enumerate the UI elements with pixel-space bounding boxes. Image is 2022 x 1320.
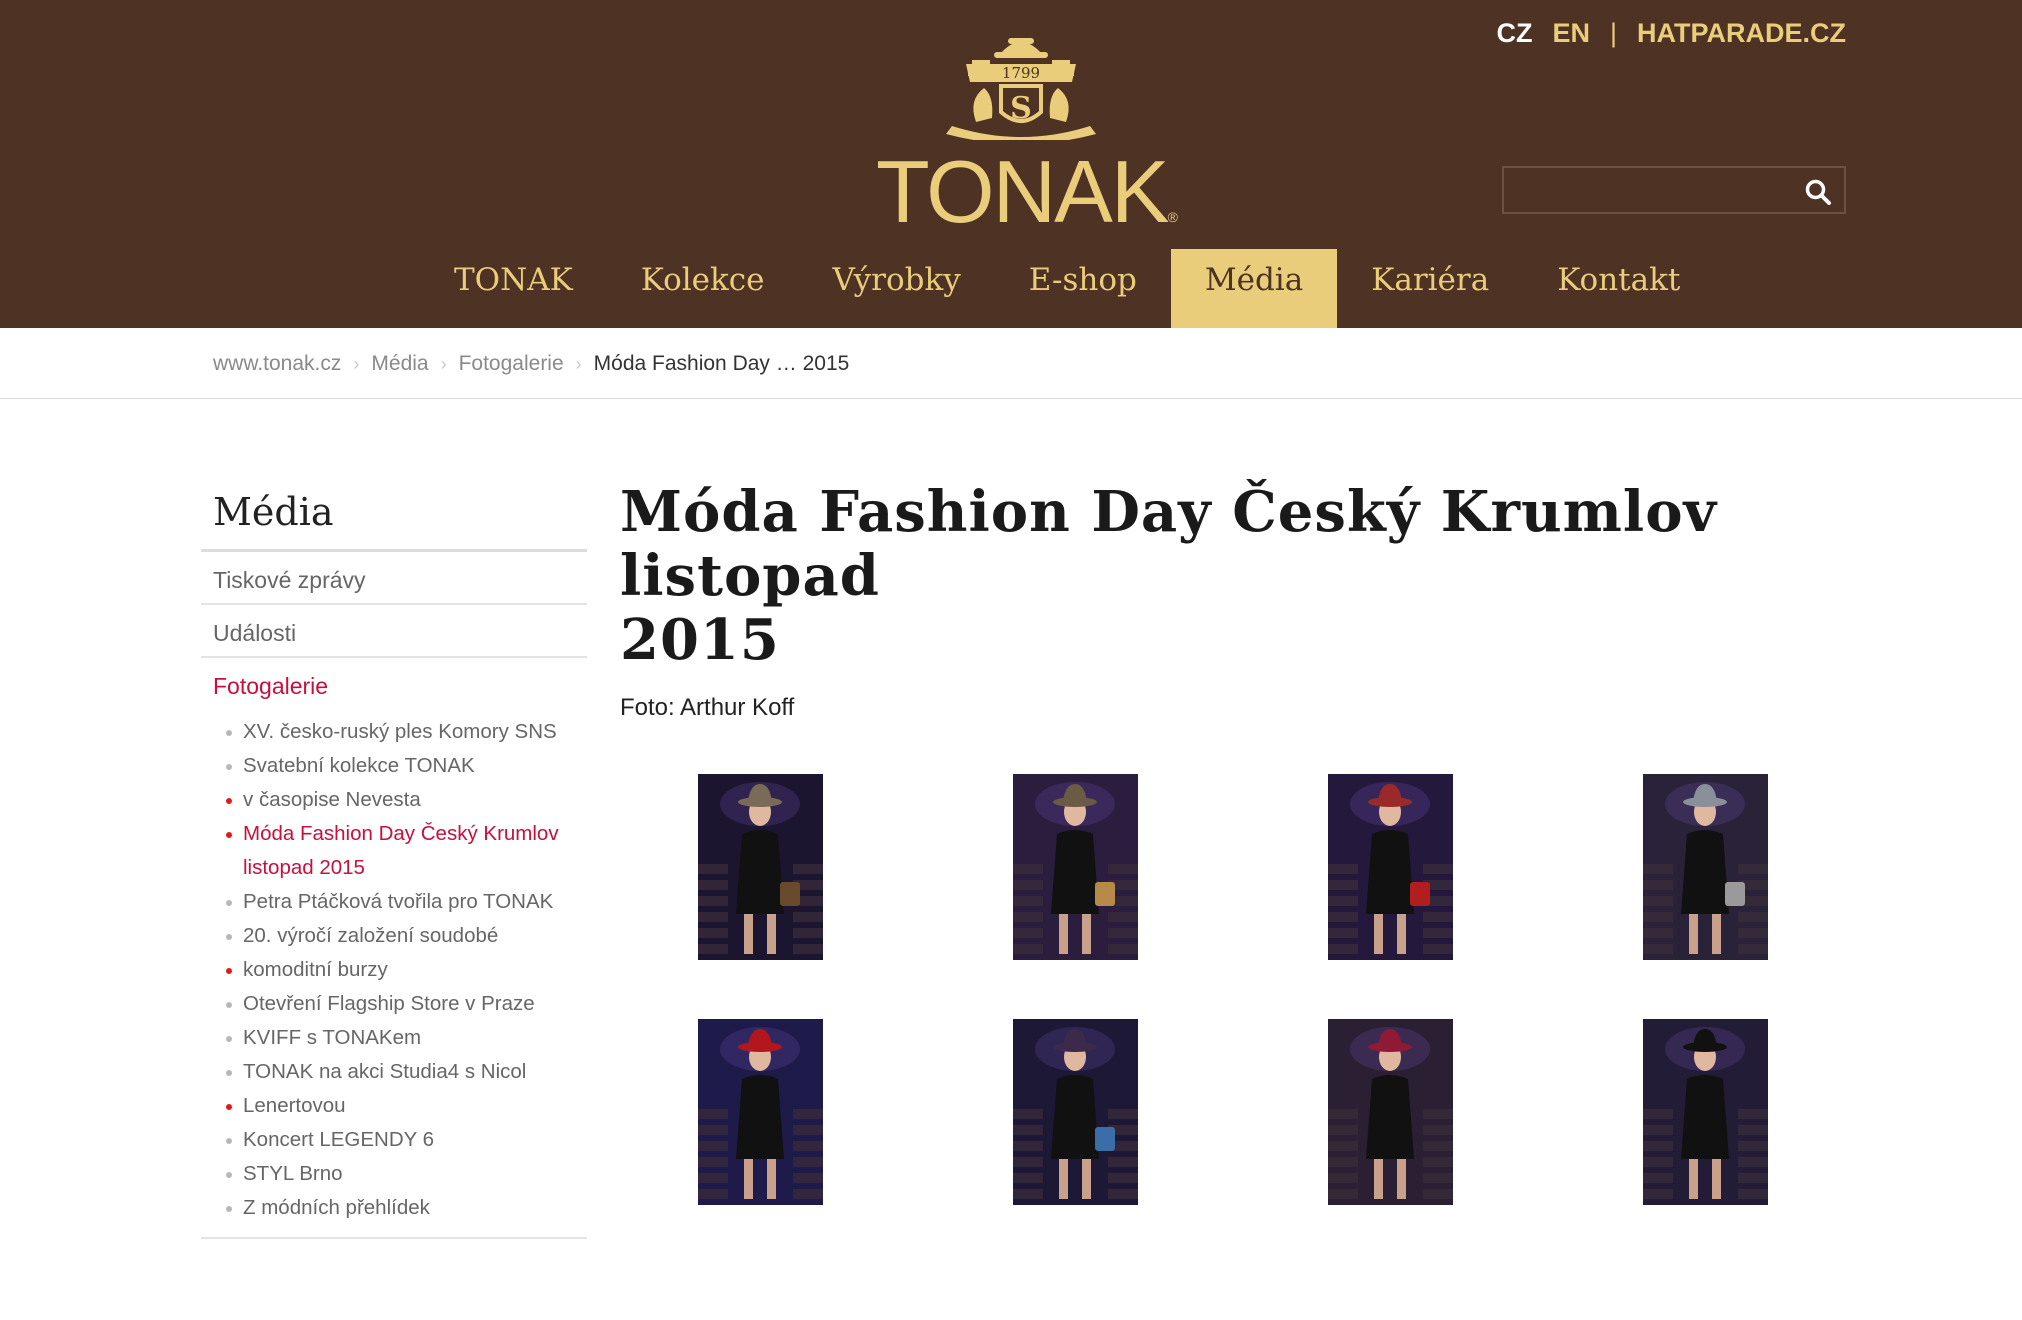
breadcrumb-chevron-icon: › (575, 353, 582, 374)
nav-vyrobky[interactable]: Výrobky (799, 249, 995, 328)
sublist-item[interactable]: KVIFF s TONAKem (226, 1021, 587, 1055)
sublist-item[interactable]: Z módních přehlídek (226, 1191, 587, 1225)
runway-photo (1643, 774, 1768, 960)
gallery-thumbnail[interactable] (1643, 774, 1768, 960)
sublist-item[interactable]: Koncert LEGENDY 6 (226, 1123, 587, 1157)
runway-photo (698, 1019, 823, 1205)
runway-photo (1013, 774, 1138, 960)
sublist-item[interactable]: XV. česko-ruský ples Komory SNS (226, 715, 587, 749)
nav-media[interactable]: Média (1170, 249, 1338, 328)
nav-kontakt[interactable]: Kontakt (1523, 249, 1714, 328)
breadcrumb-chevron-icon: › (440, 353, 447, 374)
search-box (1502, 166, 1846, 214)
sublist-item[interactable]: Otevření Flagship Store v Praze (226, 987, 587, 1021)
gallery-thumbnail[interactable] (698, 1019, 823, 1205)
svg-text:S: S (1010, 91, 1032, 126)
breadcrumb-fotogalerie[interactable]: Fotogalerie (459, 352, 564, 376)
logo-registered-mark: ® (1167, 209, 1178, 225)
sublist-item[interactable]: TONAK na akci Studia4 s Nicol (226, 1055, 587, 1089)
gallery-thumbnail[interactable] (1328, 1019, 1453, 1205)
main-navigation: TONAK Kolekce Výrobky E-shop Média Karié… (420, 249, 1714, 328)
sublist-item-active[interactable]: Móda Fashion Day Český Krumlov listopad … (226, 817, 587, 885)
sublist-item[interactable]: Lenertovou (226, 1089, 587, 1123)
gallery-thumbnail[interactable] (1643, 1019, 1768, 1205)
breadcrumb-current: Móda Fashion Day … 2015 (593, 352, 850, 375)
page-title-line1: Móda Fashion Day Český Krumlov listopad (620, 479, 1718, 609)
runway-photo (1328, 1019, 1453, 1205)
runway-photo (1643, 1019, 1768, 1205)
runway-photo (1328, 774, 1453, 960)
search-input[interactable] (1504, 168, 1794, 212)
nav-kariera[interactable]: Kariéra (1337, 249, 1523, 328)
nav-eshop[interactable]: E-shop (995, 249, 1171, 328)
breadcrumb: www.tonak.cz › Média › Fotogalerie › Mód… (213, 352, 849, 376)
page-title-line2: 2015 (620, 607, 780, 673)
sidebar-item-udalosti[interactable]: Události (201, 605, 587, 658)
breadcrumb-chevron-icon: › (353, 353, 360, 374)
gallery-thumbnail[interactable] (1013, 774, 1138, 960)
gallery-thumbnail[interactable] (1013, 1019, 1138, 1205)
lang-separator: | (1609, 18, 1617, 48)
sublist-item[interactable]: Svatební kolekce TONAK (226, 749, 587, 783)
sidebar-item-tiskove-zpravy[interactable]: Tiskové zprávy (201, 552, 587, 605)
search-icon[interactable] (1804, 178, 1832, 206)
photo-credit: Foto: Arthur Koff (620, 694, 795, 721)
sublist-item[interactable]: v časopise Nevesta (226, 783, 587, 817)
breadcrumb-divider (0, 398, 2022, 399)
runway-photo (1013, 1019, 1138, 1205)
lang-cz-link[interactable]: CZ (1496, 18, 1532, 49)
sidebar: Média Tiskové zprávy Události Fotogaleri… (201, 480, 587, 1239)
runway-photo (698, 774, 823, 960)
page-title: Móda Fashion Day Český Krumlov listopad … (620, 480, 1850, 672)
logo-wordmark: TONAK (876, 142, 1170, 241)
lang-en-link[interactable]: EN (1552, 18, 1590, 49)
site-header: CZ EN | HATPARADE.CZ S 1799 TONAK® TONAK… (0, 0, 2022, 328)
hatparade-link[interactable]: HATPARADE.CZ (1637, 18, 1846, 49)
gallery-thumbnail[interactable] (1328, 774, 1453, 960)
logo-year: 1799 (1002, 64, 1040, 82)
sidebar-title: Média (201, 480, 587, 552)
sublist-item[interactable]: 20. výročí založení soudobé (226, 919, 587, 953)
tonak-logo[interactable]: S 1799 TONAK® (876, 30, 1178, 241)
sublist-item[interactable]: komoditní burzy (226, 953, 587, 987)
gallery-thumbnail[interactable] (698, 774, 823, 960)
gallery-sublist: XV. česko-ruský ples Komory SNS Svatební… (201, 711, 587, 1239)
nav-kolekce[interactable]: Kolekce (607, 249, 799, 328)
breadcrumb-home[interactable]: www.tonak.cz (213, 352, 341, 376)
sidebar-item-fotogalerie[interactable]: Fotogalerie (201, 658, 587, 711)
nav-tonak[interactable]: TONAK (420, 249, 607, 328)
logo-crest-icon: S 1799 (946, 38, 1096, 144)
sublist-item[interactable]: STYL Brno (226, 1157, 587, 1191)
sublist-item[interactable]: Petra Ptáčková tvořila pro TONAK (226, 885, 587, 919)
main-content: Móda Fashion Day Český Krumlov listopad … (620, 480, 1850, 1205)
breadcrumb-media[interactable]: Média (371, 352, 428, 376)
language-switcher: CZ EN | HATPARADE.CZ (1496, 18, 1846, 49)
